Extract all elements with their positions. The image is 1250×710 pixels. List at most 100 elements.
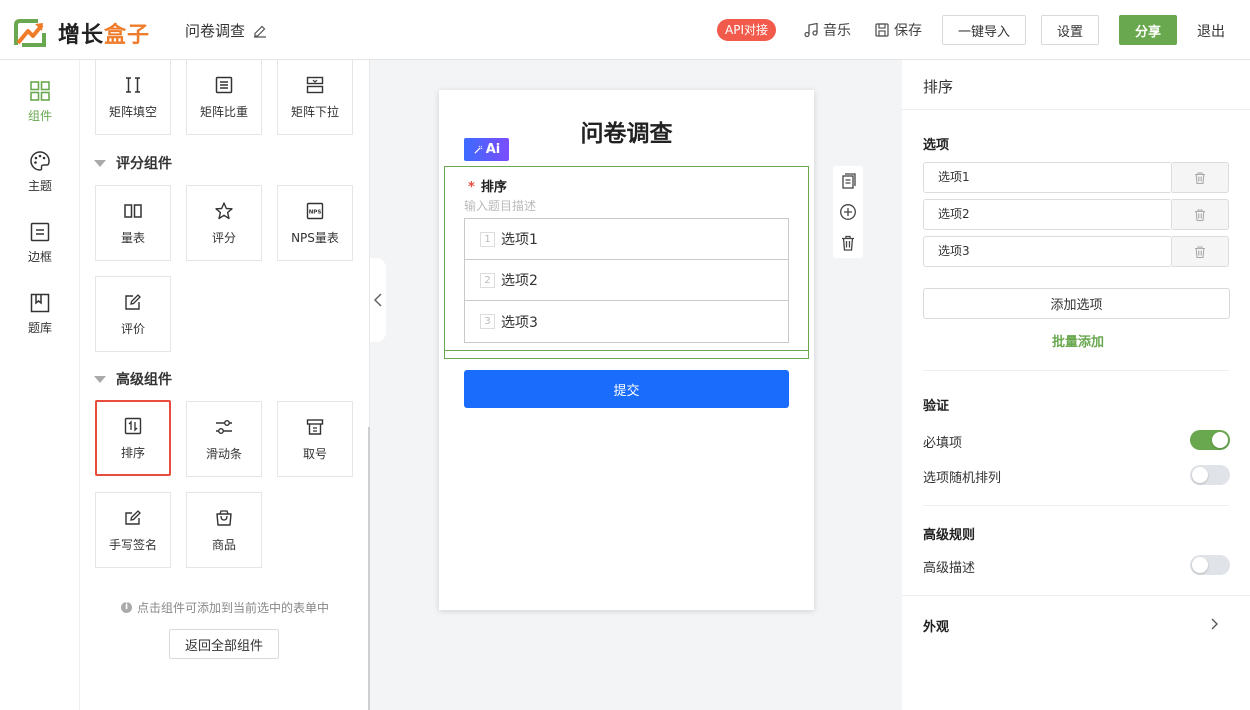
rail-label: 主题 [27,179,52,193]
rank-label: 选项3 [501,314,538,331]
trash-icon[interactable] [839,234,857,252]
option-input[interactable]: 选项3 [923,236,1172,267]
border-icon [30,222,50,242]
divider [923,505,1229,506]
tile-label: 排序 [120,445,145,460]
tile-review[interactable]: 评价 [95,276,171,352]
tile-ticket[interactable]: 取号 [277,401,353,477]
trash-icon [1195,171,1205,184]
signature-icon [125,509,141,525]
rail-label: 组件 [27,109,52,123]
rank-item[interactable]: 1 选项1 [465,219,788,260]
tile-label: 滑动条 [205,446,242,461]
tile-label: 手写签名 [108,537,157,552]
left-rail: 组件 主题 边框 题库 [0,60,80,710]
batch-add-link[interactable]: 批量添加 [904,331,1250,350]
trash-icon [1195,245,1205,258]
matrix-dropdown-icon [306,76,324,93]
rail-item-border[interactable]: 边框 [0,221,80,265]
tile-label: 矩阵比重 [199,104,248,119]
rail-item-components[interactable]: 组件 [0,80,80,124]
ai-label: Ai [485,142,501,157]
tile-sort[interactable]: 排序 [95,400,171,476]
settings-button[interactable]: 设置 [1041,15,1099,45]
tile-label: 评分 [211,230,236,245]
advanced-desc-toggle[interactable] [1190,555,1230,575]
doc-title-text: 问卷调查 [185,22,246,40]
properties-title: 排序 [923,78,954,96]
random-order-toggle[interactable] [1190,465,1230,485]
rank-label: 选项1 [501,232,538,248]
sort-icon [124,417,142,434]
edit-icon[interactable] [253,24,267,38]
collapse-triangle-icon [94,375,106,383]
submit-button[interactable]: 提交 [464,370,789,408]
question-tools [833,166,863,258]
tile-matrix-fill[interactable]: 矩阵填空 [95,60,171,135]
collapse-panel-button[interactable] [370,258,386,342]
tile-label: 量表 [120,230,145,245]
doc-title[interactable]: 问卷调查 [185,20,267,41]
random-order-label: 选项随机排列 [923,471,1002,486]
tile-product[interactable]: 商品 [186,492,262,568]
rail-item-theme[interactable]: 主题 [0,150,80,194]
section-options: 选项 [923,138,950,153]
tile-signature[interactable]: 手写签名 [95,492,171,568]
save-icon [875,23,889,37]
delete-option-button[interactable] [1172,162,1229,193]
rail-item-library[interactable]: 题库 [0,292,80,336]
panel-scrollbar[interactable] [368,427,370,710]
logo[interactable]: 增长盒子 [14,17,150,49]
nps-icon: NPS [306,202,324,219]
copy-icon[interactable] [839,172,857,190]
tile-matrix-dropdown[interactable]: 矩阵下拉 [277,60,353,135]
section-advanced-rules: 高级规则 [923,528,976,543]
section-validation: 验证 [923,399,950,414]
music-button[interactable]: 音乐 [803,20,851,40]
review-icon [125,293,141,310]
tile-scale[interactable]: 量表 [95,185,171,261]
survey-canvas: 问卷调查 Ai * 排序 输入题目描述 1 选项1 2 选项2 3 选项3 提交 [439,90,814,610]
ticket-icon [306,418,324,435]
logo-text: 增长盒子 [58,23,151,48]
question-title-text: 排序 [480,180,507,195]
rank-item[interactable]: 2 选项2 [465,260,788,301]
scale-icon [124,203,142,218]
api-badge[interactable]: API对接 [717,19,776,41]
rank-item[interactable]: 3 选项3 [465,301,788,342]
group-title-text: 高级组件 [116,372,172,388]
delete-option-button[interactable] [1172,236,1229,267]
required-toggle[interactable] [1190,430,1230,450]
grid-icon [30,81,50,101]
option-input[interactable]: 选项1 [923,162,1172,193]
svg-text:NPS: NPS [309,209,322,215]
collapse-triangle-icon [94,159,106,167]
music-label: 音乐 [823,23,851,39]
tile-slider[interactable]: 滑动条 [186,401,262,477]
group-title-rating[interactable]: 评分组件 [94,153,172,173]
library-icon [30,293,50,313]
required-label: 必填项 [923,436,963,451]
tile-matrix-weight[interactable]: 矩阵比重 [186,60,262,135]
share-button[interactable]: 分享 [1119,15,1177,45]
appearance-section[interactable]: 外观 [923,616,949,635]
add-circle-icon[interactable] [839,203,857,221]
question-title[interactable]: * 排序 [468,176,507,195]
ai-button[interactable]: Ai [464,138,509,161]
shopping-bag-icon [216,509,232,526]
chevron-right-icon[interactable] [1209,617,1219,631]
option-input[interactable]: 选项2 [923,199,1172,230]
rank-list: 1 选项1 2 选项2 3 选项3 [464,218,789,343]
add-option-button[interactable]: 添加选项 [923,288,1230,319]
question-description-input[interactable]: 输入题目描述 [464,197,536,214]
rank-number: 3 [480,314,495,329]
save-button[interactable]: 保存 [874,20,922,40]
group-title-advanced[interactable]: 高级组件 [94,369,172,389]
tile-nps[interactable]: NPS NPS量表 [277,185,353,261]
import-button[interactable]: 一键导入 [942,15,1026,45]
delete-option-button[interactable] [1172,199,1229,230]
tile-rating[interactable]: 评分 [186,185,262,261]
exit-button[interactable]: 退出 [1197,21,1225,41]
music-icon [804,22,818,38]
return-all-components-button[interactable]: 返回全部组件 [169,629,279,659]
